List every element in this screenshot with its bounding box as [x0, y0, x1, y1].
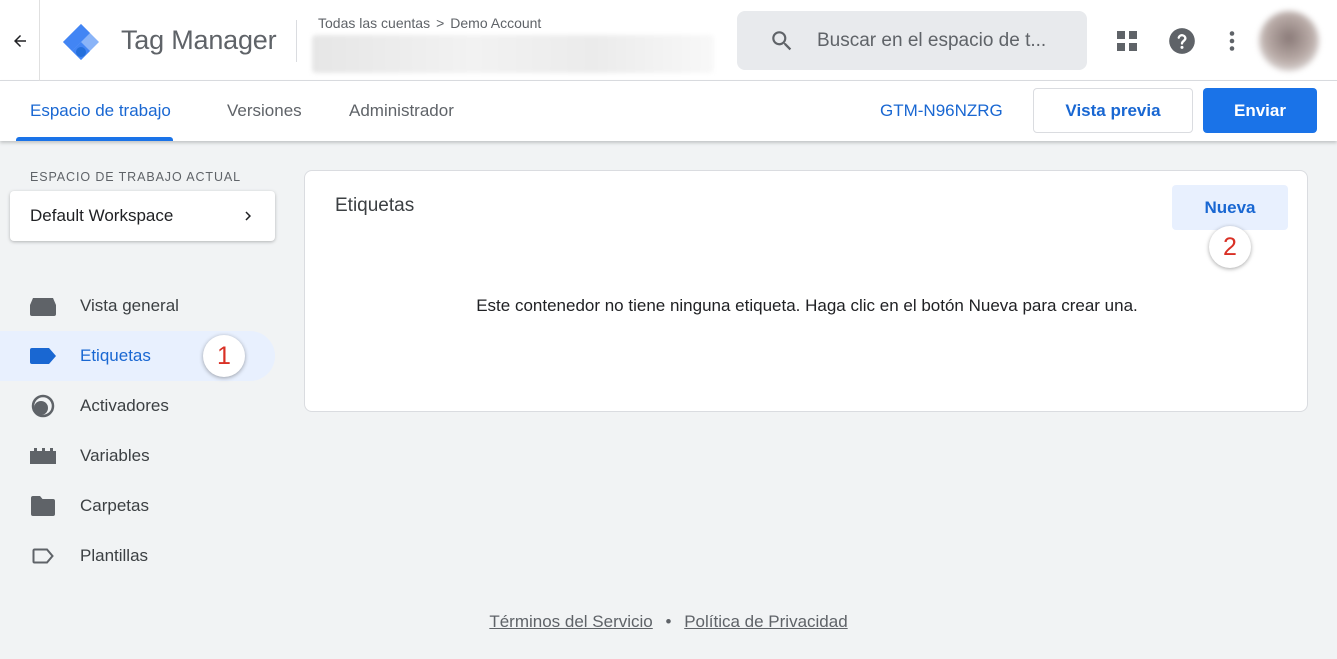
overview-icon: [30, 295, 56, 317]
help-icon: [1169, 28, 1195, 54]
sidebar-item-overview[interactable]: Vista general: [0, 281, 275, 331]
workspace-heading: ESPACIO DE TRABAJO ACTUAL: [30, 170, 241, 184]
workspace-name: Default Workspace: [30, 206, 174, 225]
container-id-link[interactable]: GTM-N96NZRG: [880, 101, 1003, 121]
help-button[interactable]: [1168, 27, 1196, 55]
variables-icon: [30, 445, 56, 467]
tab-versions[interactable]: Versiones: [227, 101, 302, 121]
back-button[interactable]: [0, 0, 40, 81]
sidebar-item-templates[interactable]: Plantillas: [0, 531, 275, 581]
empty-state-message: Este contenedor no tiene ninguna etiquet…: [476, 296, 1138, 315]
active-tab-indicator: [16, 137, 173, 141]
product-name: Tag Manager: [121, 25, 277, 55]
tags-card: Etiquetas Nueva Este contenedor no tiene…: [304, 170, 1308, 412]
header-divider: [296, 20, 297, 62]
workspace-nav: Espacio de trabajo Versiones Administrad…: [0, 81, 1337, 141]
sidebar-item-variables[interactable]: Variables: [0, 431, 275, 481]
preview-button[interactable]: Vista previa: [1033, 88, 1193, 133]
privacy-link[interactable]: Política de Privacidad: [684, 612, 847, 631]
folder-icon: [30, 495, 56, 517]
sidebar-item-label: Etiquetas: [80, 346, 151, 365]
apps-grid-icon: [1117, 31, 1137, 51]
sidebar-item-triggers[interactable]: Activadores: [0, 381, 275, 431]
template-icon: [30, 545, 56, 567]
search-box[interactable]: Buscar en el espacio de t...: [737, 11, 1087, 70]
tag-icon: [30, 345, 56, 367]
step-1-badge: 1: [203, 335, 245, 377]
search-input[interactable]: Buscar en el espacio de t...: [817, 30, 1046, 52]
trigger-icon: [30, 394, 56, 418]
sidebar-item-label: Plantillas: [80, 546, 149, 565]
footer: Términos del Servicio • Política de Priv…: [0, 612, 1337, 632]
submit-button[interactable]: Enviar: [1203, 88, 1317, 133]
tag-manager-logo-icon: [63, 24, 99, 60]
step-2-badge: 2: [1209, 226, 1251, 268]
search-icon: [772, 31, 792, 51]
avatar[interactable]: [1259, 11, 1319, 71]
sidebar-item-label: Carpetas: [80, 496, 149, 515]
container-selector[interactable]: [312, 35, 714, 73]
chevron-right-icon: [245, 211, 251, 221]
more-vert-icon: [1229, 31, 1235, 51]
footer-separator: •: [665, 612, 672, 631]
terms-link[interactable]: Términos del Servicio: [489, 612, 652, 631]
sidebar-item-label: Activadores: [80, 396, 169, 415]
breadcrumb: Todas las cuentas > Demo Account: [318, 15, 541, 31]
sidebar-item-folders[interactable]: Carpetas: [0, 481, 275, 531]
arrow-back-icon: [13, 34, 26, 47]
top-app-bar: Tag Manager Todas las cuentas > Demo Acc…: [0, 0, 1337, 81]
breadcrumb-separator: >: [436, 15, 445, 31]
sidebar-item-label: Variables: [80, 446, 150, 465]
more-options-button[interactable]: [1218, 27, 1246, 55]
sidebar-item-label: Vista general: [80, 296, 179, 315]
apps-button[interactable]: [1113, 27, 1141, 55]
tab-workspace[interactable]: Espacio de trabajo: [30, 101, 171, 121]
workspace-selector[interactable]: Default Workspace: [10, 191, 275, 241]
tab-admin[interactable]: Administrador: [349, 101, 454, 121]
breadcrumb-account[interactable]: Demo Account: [450, 15, 541, 31]
new-tag-button[interactable]: Nueva: [1172, 185, 1288, 230]
breadcrumb-all-accounts[interactable]: Todas las cuentas: [318, 15, 430, 31]
card-title: Etiquetas: [335, 195, 415, 216]
